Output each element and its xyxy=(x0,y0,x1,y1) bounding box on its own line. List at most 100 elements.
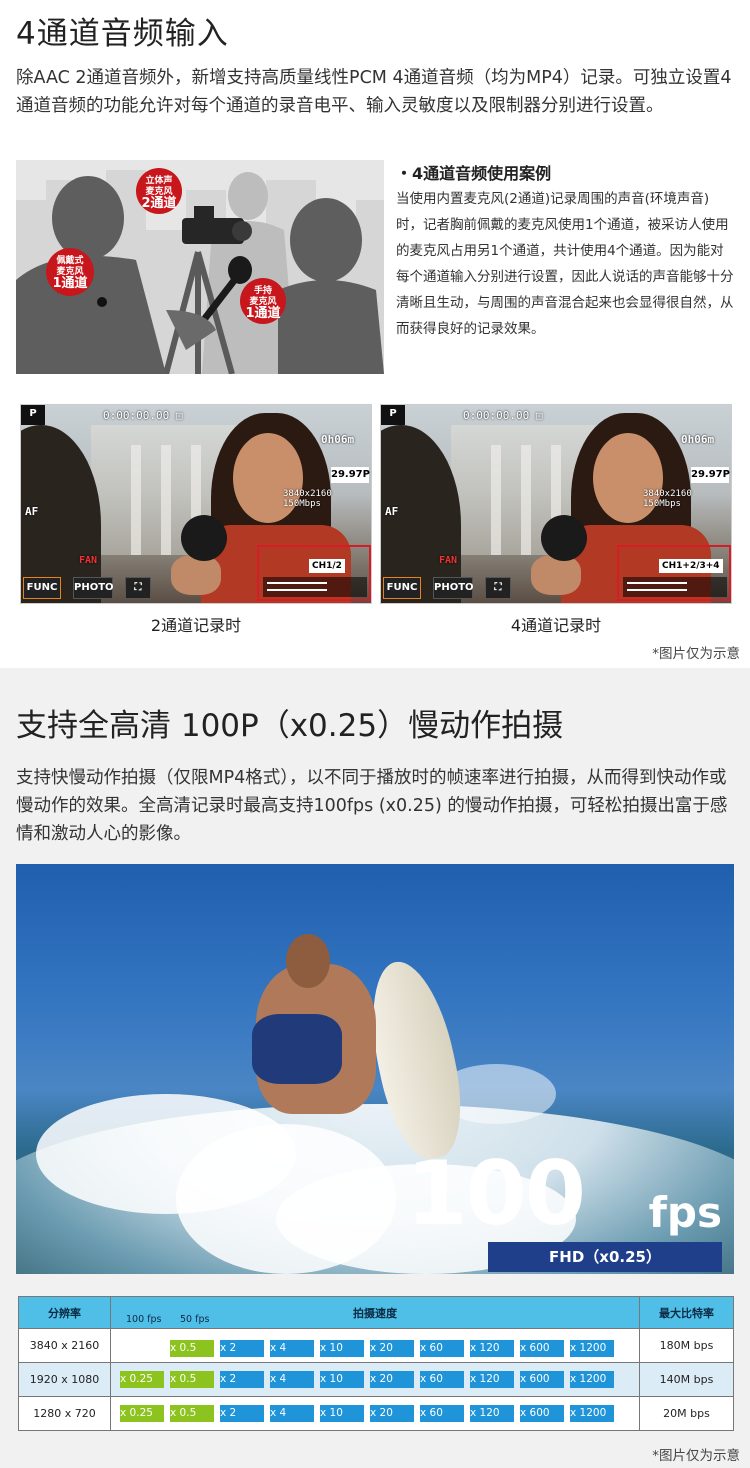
resolution-bitrate: 3840x2160 150Mbps xyxy=(643,489,692,509)
speed-chip: x 120 xyxy=(470,1371,514,1388)
stereo-mic-badge: 立体声 麦克风 2通道 xyxy=(136,168,182,214)
speed-chip: x 60 xyxy=(420,1340,464,1357)
illustrative-note: *图片仅为示意 xyxy=(652,646,740,662)
speed-chip: x 120 xyxy=(470,1405,514,1422)
speed-chip: x 10 xyxy=(320,1405,364,1422)
timecode: 0:00:00.00 □ xyxy=(463,409,543,422)
speed-chip: x 10 xyxy=(320,1371,364,1388)
fhd-label: FHD（x0.25） xyxy=(488,1242,722,1272)
audio-meter-highlight: CH1/2 xyxy=(257,545,371,601)
lcd-screen-4ch: P 0:00:00.00 □ 0h06m 29.97P 3840x2160 15… xyxy=(380,404,732,604)
speed-chip: x 2 xyxy=(220,1371,264,1388)
fan-indicator: FAN xyxy=(79,555,98,566)
speed-chip: x 20 xyxy=(370,1340,414,1357)
speed-cell: x 0.5 x 2 x 4 x 10 x 20 x 60 x 120 x 600 x 1200 xyxy=(110,1328,640,1363)
table-row: 1920 x 1080 x 0.25 x 0.5 x 2 x 4 x 10 x 20 x 60… xyxy=(18,1362,734,1397)
speed-chip: x 0.5 xyxy=(170,1371,214,1388)
speed-chip: x 1200 xyxy=(570,1371,614,1388)
speed-chip: x 2 xyxy=(220,1405,264,1422)
section-intro-slowmo: 支持快慢动作拍摄（仅限MP4格式），以不同于播放时的帧速率进行拍摄，从而得到快动… xyxy=(16,768,728,844)
lapel-mic-line1: 佩戴式 xyxy=(56,256,84,266)
interview-illustration: 立体声 麦克风 2通道 佩戴式 麦克风 1通道 手持 麦克风 1通道 xyxy=(16,160,384,374)
speed-chip: x 4 xyxy=(270,1371,314,1388)
remaining-time: 0h06m xyxy=(681,433,715,446)
header-bitrate: 最大比特率 xyxy=(639,1296,734,1329)
photo-button[interactable]: PHOTO xyxy=(433,577,474,599)
fps-unit: fps xyxy=(648,1188,722,1237)
bitrate-cell: 20M bps xyxy=(639,1396,734,1431)
speed-chip: x 10 xyxy=(320,1340,364,1357)
speed-chip xyxy=(120,1334,164,1351)
resolution-bitrate: 3840x2160 150Mbps xyxy=(283,489,332,509)
header-speed-label: 拍摄速度 xyxy=(353,1306,397,1320)
func-button[interactable]: FUNC xyxy=(383,577,421,599)
speed-chip: x 20 xyxy=(370,1371,414,1388)
expand-icon[interactable]: ⛶ xyxy=(125,577,151,599)
lapel-mic-channels: 1通道 xyxy=(52,276,88,291)
channel-label: CH1/2 xyxy=(309,559,345,573)
table-row: 3840 x 2160 x 0.5 x 2x 4x 10 x 20 x 60 x 120 x… xyxy=(18,1328,734,1363)
use-case-title: ・4通道音频使用案例 xyxy=(396,164,552,183)
fps50-label: 50 fps xyxy=(180,1314,210,1325)
speed-cell: x 0.25 x 0.5 x 2 x 4 x 10 x 20 x 60 x 120 x 600 x… xyxy=(110,1396,640,1431)
header-resolution: 分辨率 xyxy=(18,1296,111,1329)
shooting-mode: P xyxy=(21,405,45,425)
frame-rate: 29.97P xyxy=(691,467,730,483)
resolution-cell: 3840 x 2160 xyxy=(18,1328,111,1363)
lcd-screen-2ch: P 0:00:00.00 □ 0h06m 29.97P 3840x2160 15… xyxy=(20,404,372,604)
speed-chip: x 120 xyxy=(470,1340,514,1357)
speed-chip: x 0.5 xyxy=(170,1405,214,1422)
audio-level-meter xyxy=(623,577,727,597)
resolution-cell: 1280 x 720 xyxy=(18,1396,111,1431)
handheld-mic-line1: 手持 xyxy=(253,286,272,296)
speed-chip: x 60 xyxy=(420,1371,464,1388)
resolution-cell: 1920 x 1080 xyxy=(18,1362,111,1397)
shooting-mode: P xyxy=(381,405,405,425)
audio-level-meter xyxy=(263,577,367,597)
use-case-body: 当使用内置麦克风(2通道)记录周围的声音(环境声音)时，记者胸前佩戴的麦克风使用… xyxy=(396,191,734,337)
speed-chip: x 0.25 xyxy=(120,1371,164,1388)
section-title: 4通道音频输入 xyxy=(16,16,229,52)
expand-icon[interactable]: ⛶ xyxy=(485,577,511,599)
audio-meter-highlight: CH1+2/3+4 xyxy=(617,545,731,601)
channel-label: CH1+2/3+4 xyxy=(659,559,723,573)
frame-rate: 29.97P xyxy=(331,467,370,483)
illustrative-note-2: *图片仅为示意 xyxy=(652,1448,740,1464)
surfer-photo: 100 fps FHD（x0.25） xyxy=(16,864,734,1274)
section-title-slowmo: 支持全高清 100P（x0.25）慢动作拍摄 xyxy=(16,708,564,744)
speed-chip: x 600 xyxy=(520,1405,564,1422)
speed-chip: x 4 xyxy=(270,1405,314,1422)
speed-chip: x 2 xyxy=(220,1340,264,1357)
section-4ch-audio: 4通道音频输入 除AAC 2通道音频外，新增支持高质量线性PCM 4通道音频（均… xyxy=(0,0,750,668)
caption-2ch: 2通道记录时 xyxy=(150,616,242,635)
caption-4ch: 4通道记录时 xyxy=(510,616,602,635)
speed-chip: x 20 xyxy=(370,1405,414,1422)
bitrate-cell: 140M bps xyxy=(639,1362,734,1397)
func-button[interactable]: FUNC xyxy=(23,577,61,599)
af-indicator: AF xyxy=(385,505,399,518)
speed-chip: x 0.5 xyxy=(170,1340,214,1357)
speed-chip: x 4 xyxy=(270,1340,314,1357)
speed-chip: x 0.25 xyxy=(120,1405,164,1422)
speed-chip: x 600 xyxy=(520,1340,564,1357)
handheld-mic-badge: 手持 麦克风 1通道 xyxy=(240,278,286,324)
photo-button[interactable]: PHOTO xyxy=(73,577,114,599)
speed-chip: x 600 xyxy=(520,1371,564,1388)
bitrate-cell: 180M bps xyxy=(639,1328,734,1363)
speed-cell: x 0.25 x 0.5 x 2 x 4 x 10 x 20 x 60 x 120 x 600 x… xyxy=(110,1362,640,1397)
table-row: 1280 x 720 x 0.25 x 0.5 x 2x 4x 10 x 20 x 60 x… xyxy=(18,1396,734,1431)
timecode: 0:00:00.00 □ xyxy=(103,409,183,422)
stereo-mic-line1: 立体声 xyxy=(145,176,173,186)
fps100-label: 100 fps xyxy=(126,1314,162,1325)
handheld-mic-channels: 1通道 xyxy=(245,306,281,321)
af-indicator: AF xyxy=(25,505,39,518)
remaining-time: 0h06m xyxy=(321,433,355,446)
speed-chip: x 1200 xyxy=(570,1405,614,1422)
fps-number: 100 xyxy=(406,1142,586,1245)
speed-chip: x 60 xyxy=(420,1405,464,1422)
speed-chip: x 1200 xyxy=(570,1340,614,1357)
section-intro: 除AAC 2通道音频外，新增支持高质量线性PCM 4通道音频（均为MP4）记录。… xyxy=(16,68,732,116)
fan-indicator: FAN xyxy=(439,555,458,566)
lapel-mic-badge: 佩戴式 麦克风 1通道 xyxy=(46,248,94,296)
stereo-mic-channels: 2通道 xyxy=(141,196,177,211)
